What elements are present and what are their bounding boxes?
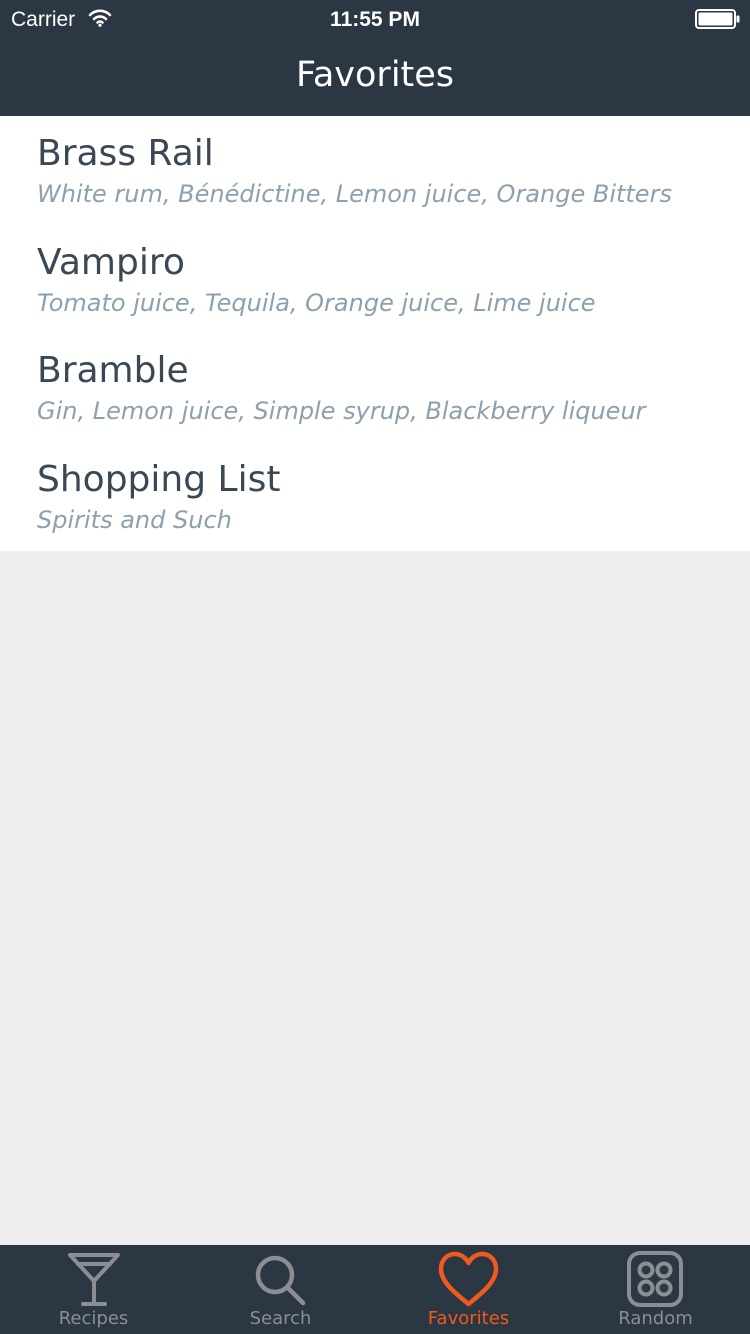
battery-icon (695, 9, 740, 29)
tab-recipes[interactable]: Recipes (0, 1245, 187, 1334)
recipe-title: Vampiro (37, 242, 185, 283)
recipe-ingredients: White rum, Bénédictine, Lemon juice, Ora… (37, 180, 672, 208)
tab-label: Recipes (58, 1308, 129, 1329)
tab-label: Favorites (427, 1308, 510, 1329)
favorites-screen: Carrier 11:55 PM Favorites Brass Rail Wh… (0, 0, 750, 1334)
tab-search[interactable]: Search (187, 1245, 374, 1334)
recipe-ingredients: Gin, Lemon juice, Simple syrup, Blackber… (37, 397, 646, 425)
tab-bar: Recipes Search Favorites Random (0, 1245, 750, 1334)
status-time: 11:55 PM (330, 8, 420, 31)
list-item[interactable]: Brass Rail White rum, Bénédictine, Lemon… (0, 116, 750, 224)
recipe-title: Shopping List (37, 459, 281, 500)
recipe-title: Brass Rail (37, 133, 214, 174)
recipe-ingredients: Spirits and Such (37, 506, 232, 534)
recipe-title: Bramble (37, 350, 189, 391)
search-icon (255, 1255, 306, 1306)
dice-icon (627, 1251, 683, 1307)
cocktail-glass-icon (68, 1253, 120, 1306)
heart-icon (438, 1251, 499, 1307)
list-item[interactable]: Bramble Gin, Lemon juice, Simple syrup, … (0, 333, 750, 441)
top-bar: Carrier 11:55 PM Favorites (0, 0, 750, 116)
tab-label: Search (249, 1308, 312, 1329)
list-item[interactable]: Shopping List Spirits and Such (0, 442, 750, 550)
favorites-list: Brass Rail White rum, Bénédictine, Lemon… (0, 116, 750, 551)
page-title: Favorites (295, 55, 455, 95)
list-item[interactable]: Vampiro Tomato juice, Tequila, Orange ju… (0, 225, 750, 333)
tab-label: Random (618, 1308, 693, 1329)
tab-random[interactable]: Random (562, 1245, 749, 1334)
tab-favorites[interactable]: Favorites (375, 1245, 562, 1334)
recipe-ingredients: Tomato juice, Tequila, Orange juice, Lim… (37, 289, 596, 317)
